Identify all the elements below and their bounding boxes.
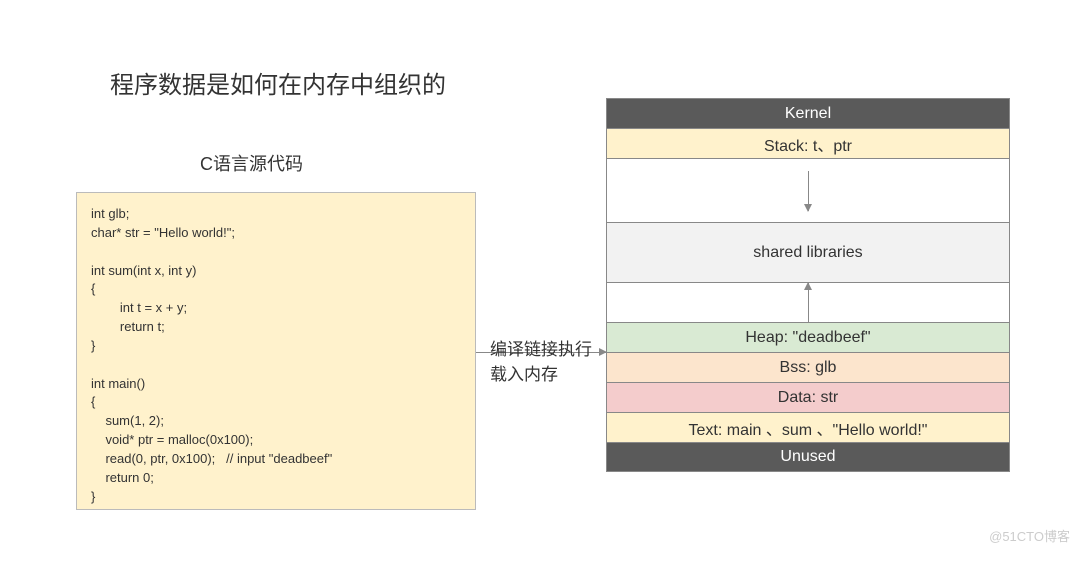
mem-stack: Stack: t、ptr (607, 128, 1009, 158)
watermark: @51CTO博客 (989, 526, 1070, 545)
mem-heap: Heap: "deadbeef" (607, 322, 1009, 352)
mem-data: Data: str (607, 382, 1009, 412)
mem-text: Text: main 、sum 、"Hello world!" (607, 412, 1009, 442)
mid-label-load: 载入内存 (490, 360, 558, 385)
source-code-block: int glb; char* str = "Hello world!"; int… (76, 192, 476, 510)
diagram-title: 程序数据是如何在内存中组织的 (110, 65, 446, 100)
mem-heap-grow (607, 282, 1009, 322)
mem-bss: Bss: glb (607, 352, 1009, 382)
mem-shared: shared libraries (607, 222, 1009, 282)
mem-unused: Unused (607, 442, 1009, 472)
memory-layout: Kernel Stack: t、ptr shared libraries Hea… (606, 98, 1010, 472)
mem-stack-grow (607, 158, 1009, 222)
arrow-down-icon (808, 171, 809, 211)
code-subtitle: C语言源代码 (200, 150, 303, 176)
mid-label-compile: 编译链接执行 (490, 335, 592, 360)
mem-kernel: Kernel (607, 98, 1009, 128)
arrow-up-icon (808, 283, 809, 323)
